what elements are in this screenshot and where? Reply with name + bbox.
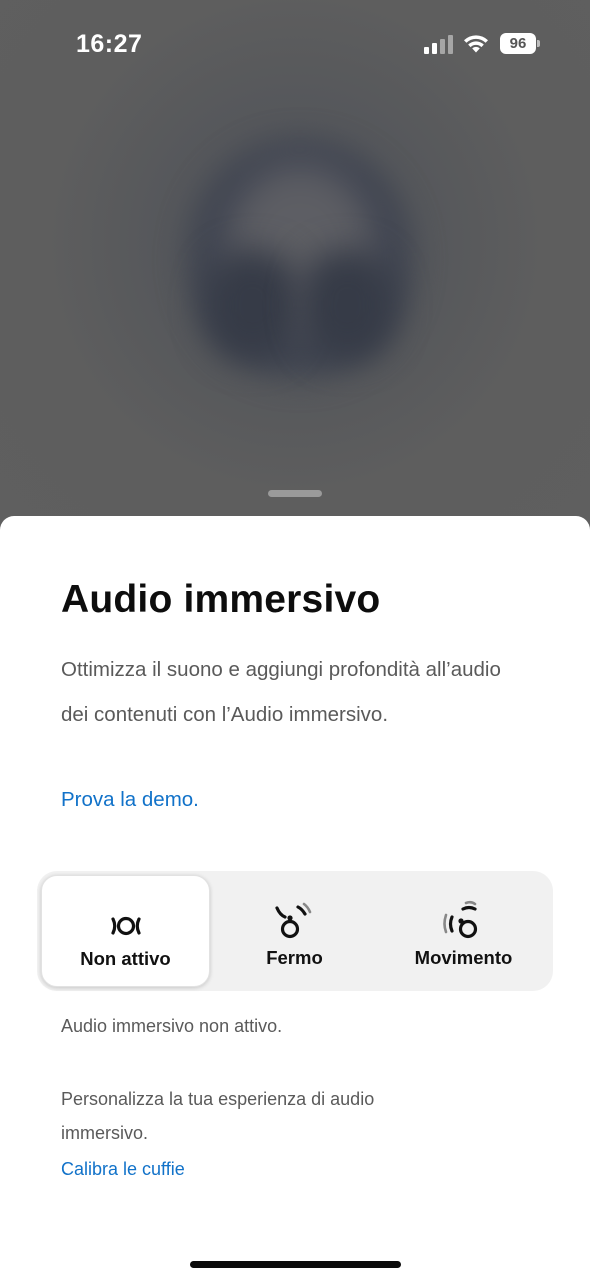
status-time: 16:27 bbox=[76, 30, 143, 58]
head-still-icon bbox=[274, 902, 311, 939]
personalize-text: Personalizza la tua esperienza di audio … bbox=[61, 1089, 375, 1143]
page-title: Audio immersivo bbox=[61, 578, 381, 621]
status-bar: 16:27 96 bbox=[0, 0, 590, 88]
home-indicator[interactable] bbox=[190, 1261, 401, 1268]
mode-status-text: Audio immersivo non attivo. bbox=[61, 1016, 283, 1036]
immersive-mode-selector: Non attivo Fermo Movimento bbox=[37, 871, 553, 991]
head-motion-icon bbox=[442, 900, 477, 939]
sheet-grabber-handle[interactable] bbox=[268, 490, 322, 497]
battery-icon: 96 bbox=[500, 33, 540, 54]
mode-motion-label: Movimento bbox=[414, 947, 513, 968]
mode-off-button[interactable]: Non attivo bbox=[41, 875, 210, 987]
battery-level: 96 bbox=[500, 33, 536, 54]
mode-motion-button[interactable]: Movimento bbox=[379, 875, 548, 987]
wifi-icon bbox=[464, 35, 488, 53]
try-demo-link[interactable]: Prova la demo. bbox=[61, 788, 199, 812]
calibrate-headphones-link[interactable]: Calibra le cuffie bbox=[61, 1159, 185, 1180]
description-text: Ottimizza il suono e aggiungi profondità… bbox=[61, 658, 501, 726]
mode-still-button[interactable]: Fermo bbox=[210, 875, 379, 987]
headphones-left-cup bbox=[205, 250, 300, 360]
immersive-audio-sheet: Audio immersivo Ottimizza il suono e agg… bbox=[0, 516, 590, 1280]
mode-off-label: Non attivo bbox=[80, 948, 171, 969]
cellular-signal-icon bbox=[424, 34, 454, 54]
head-off-icon bbox=[110, 916, 141, 936]
mode-still-label: Fermo bbox=[266, 947, 323, 968]
headphones-right-cup bbox=[300, 250, 395, 360]
